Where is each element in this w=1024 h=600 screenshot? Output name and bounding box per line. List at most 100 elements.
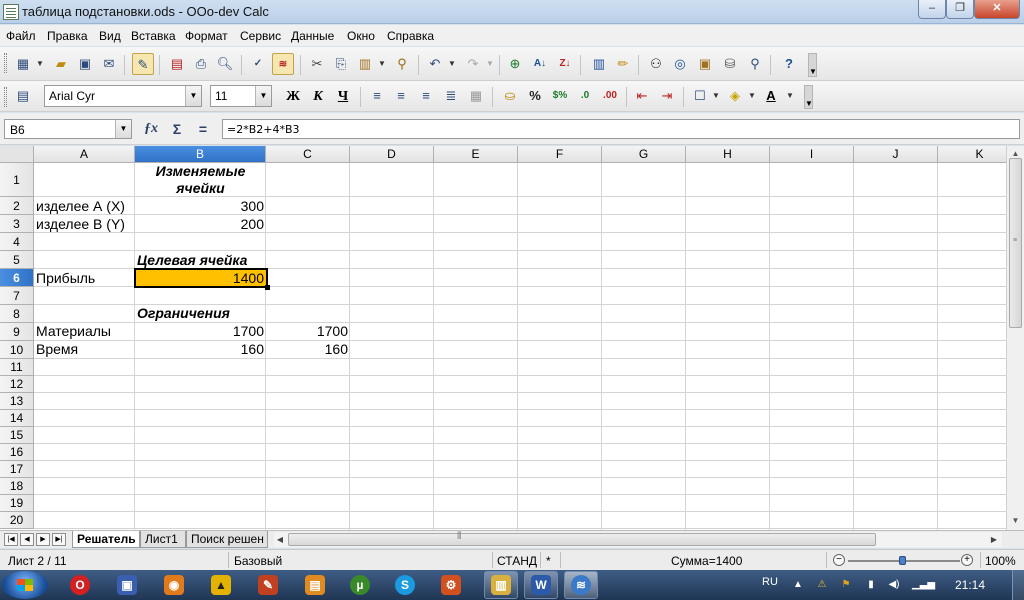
merge-cells-icon[interactable]: ▦ <box>465 85 487 107</box>
row-header-6[interactable]: 6 <box>0 269 34 287</box>
open-folder-icon[interactable]: ▰ <box>50 53 72 75</box>
row-header-19[interactable]: 19 <box>0 495 34 512</box>
font-size-dropdown-icon[interactable]: ▼ <box>255 86 271 106</box>
row-header-12[interactable]: 12 <box>0 376 34 393</box>
cell-B1[interactable]: Изменяемые ячейки <box>135 163 266 197</box>
first-sheet-icon[interactable]: |◀ <box>4 533 18 546</box>
vertical-scrollbar[interactable]: ▲ ≡ ▼ <box>1006 146 1024 530</box>
scroll-down-icon[interactable]: ▼ <box>1008 513 1023 528</box>
menu-edit[interactable]: Правка <box>47 29 88 43</box>
horizontal-scrollbar[interactable]: ◀ ⦀ ▶ <box>274 531 1002 547</box>
taskbar-word-button[interactable]: W <box>524 571 558 599</box>
zoom-in-icon[interactable]: + <box>961 554 973 566</box>
cell-A9[interactable]: Материалы <box>34 322 135 340</box>
skype-icon[interactable]: S <box>395 575 415 595</box>
next-sheet-icon[interactable]: ▶ <box>36 533 50 546</box>
formula-input[interactable]: =2*B2+4*B3 <box>222 119 1020 139</box>
font-color-icon[interactable]: A <box>760 85 782 107</box>
zoom-icon[interactable]: ⚲ <box>744 53 766 75</box>
taskbar-explorer-button[interactable]: ▥ <box>484 571 518 599</box>
tray-expand-icon[interactable]: ▲ <box>792 579 804 591</box>
italic-button[interactable]: К <box>307 86 329 108</box>
autospellcheck-icon[interactable]: ≋ <box>272 53 294 75</box>
redo-dropdown-icon[interactable]: ▼ <box>486 53 494 75</box>
horizontal-scroll-thumb[interactable]: ⦀ <box>288 531 876 546</box>
page-style[interactable]: Базовый <box>234 554 282 568</box>
show-desktop-button[interactable] <box>1012 570 1024 600</box>
print-icon[interactable]: ⎙ <box>190 53 212 75</box>
format-paintbrush-icon[interactable]: ⚲ <box>391 53 413 75</box>
export-pdf-icon[interactable]: ▤ <box>166 53 188 75</box>
column-header-B[interactable]: B <box>135 146 266 163</box>
column-header-E[interactable]: E <box>434 146 518 163</box>
row-header-17[interactable]: 17 <box>0 461 34 478</box>
zoom-slider-knob[interactable] <box>899 556 906 565</box>
edit-file-icon[interactable]: ✎ <box>132 53 154 75</box>
cell-A2[interactable]: изделее А (X) <box>34 197 135 215</box>
row-header-14[interactable]: 14 <box>0 410 34 427</box>
cell-B10[interactable]: 160 <box>135 340 266 358</box>
new-dropdown-icon[interactable]: ▼ <box>36 53 44 75</box>
cell-C10[interactable]: 160 <box>266 340 350 358</box>
align-left-icon[interactable]: ≡ <box>366 85 388 107</box>
row-header-15[interactable]: 15 <box>0 427 34 444</box>
column-header-H[interactable]: H <box>686 146 770 163</box>
background-color-icon[interactable]: ◈ <box>724 85 746 107</box>
row-header-18[interactable]: 18 <box>0 478 34 495</box>
row-header-20[interactable]: 20 <box>0 512 34 529</box>
settings-app-icon[interactable]: ⚙ <box>441 575 461 595</box>
underline-button[interactable]: Ч <box>332 86 354 108</box>
clock[interactable]: 21:14 <box>955 578 985 592</box>
email-icon[interactable]: ✉ <box>98 53 120 75</box>
calc-app-icon[interactable] <box>3 4 19 20</box>
align-center-icon[interactable]: ≡ <box>390 85 412 107</box>
decrease-indent-icon[interactable]: ⇤ <box>631 85 653 107</box>
close-button[interactable]: ✕ <box>974 0 1020 19</box>
font-size-combo[interactable]: 11 ▼ <box>210 85 272 107</box>
new-document-icon[interactable]: ▦ <box>12 53 34 75</box>
scroll-left-icon[interactable]: ◀ <box>274 532 286 547</box>
function-icon[interactable]: = <box>192 119 214 139</box>
standard-format-icon[interactable]: $% <box>549 85 571 107</box>
column-header-I[interactable]: I <box>770 146 854 163</box>
cell-B6-selected[interactable]: 1400 <box>134 268 270 290</box>
name-box[interactable]: B6 ▼ <box>4 119 132 139</box>
print-preview-icon[interactable]: 🔍︎ <box>214 53 236 75</box>
draw-functions-icon[interactable]: ✏ <box>612 53 634 75</box>
save-icon[interactable]: ▣ <box>74 53 96 75</box>
network-icon[interactable]: ▁▃▅ <box>912 579 935 591</box>
row-header-10[interactable]: 10 <box>0 341 34 359</box>
zoom-out-icon[interactable]: − <box>833 554 845 566</box>
undo-dropdown-icon[interactable]: ▼ <box>448 53 456 75</box>
find-replace-icon[interactable]: ⚇ <box>645 53 667 75</box>
spellcheck-icon[interactable]: ✓ <box>247 53 269 75</box>
chart-icon[interactable]: ▥ <box>588 53 610 75</box>
column-header-D[interactable]: D <box>350 146 434 163</box>
volume-icon[interactable]: ◀) <box>888 579 900 591</box>
cell-B9[interactable]: 1700 <box>135 322 266 340</box>
cell-B3[interactable]: 200 <box>135 215 266 233</box>
menu-insert[interactable]: Вставка <box>131 29 176 43</box>
cell-B8[interactable]: Ограничения <box>135 304 266 322</box>
toolbar-handle[interactable] <box>4 53 7 73</box>
column-header-C[interactable]: C <box>266 146 350 163</box>
name-box-dropdown-icon[interactable]: ▼ <box>115 120 131 138</box>
data-sources-icon[interactable]: ⛁ <box>719 53 741 75</box>
navigator-icon[interactable]: ◎ <box>669 53 691 75</box>
input-language[interactable]: RU <box>762 576 778 588</box>
justify-icon[interactable]: ≣ <box>440 85 462 107</box>
toolbar-handle[interactable] <box>4 87 7 107</box>
menu-file[interactable]: Файл <box>6 29 36 43</box>
help-icon[interactable]: ? <box>778 53 800 75</box>
sort-ascending-icon[interactable]: A↓ <box>529 53 551 75</box>
align-right-icon[interactable]: ≡ <box>415 85 437 107</box>
select-all-corner[interactable] <box>0 146 34 163</box>
utorrent-icon[interactable]: µ <box>350 575 370 595</box>
tray-flag-icon[interactable]: ⚑ <box>840 579 852 591</box>
row-header-5[interactable]: 5 <box>0 251 34 269</box>
opera-icon[interactable]: O <box>70 575 90 595</box>
sheet-tab-solver[interactable]: Решатель <box>72 531 140 548</box>
hyperlink-icon[interactable]: ⊕ <box>504 53 526 75</box>
sort-descending-icon[interactable]: Z↓ <box>554 53 576 75</box>
font-name-dropdown-icon[interactable]: ▼ <box>185 86 201 106</box>
